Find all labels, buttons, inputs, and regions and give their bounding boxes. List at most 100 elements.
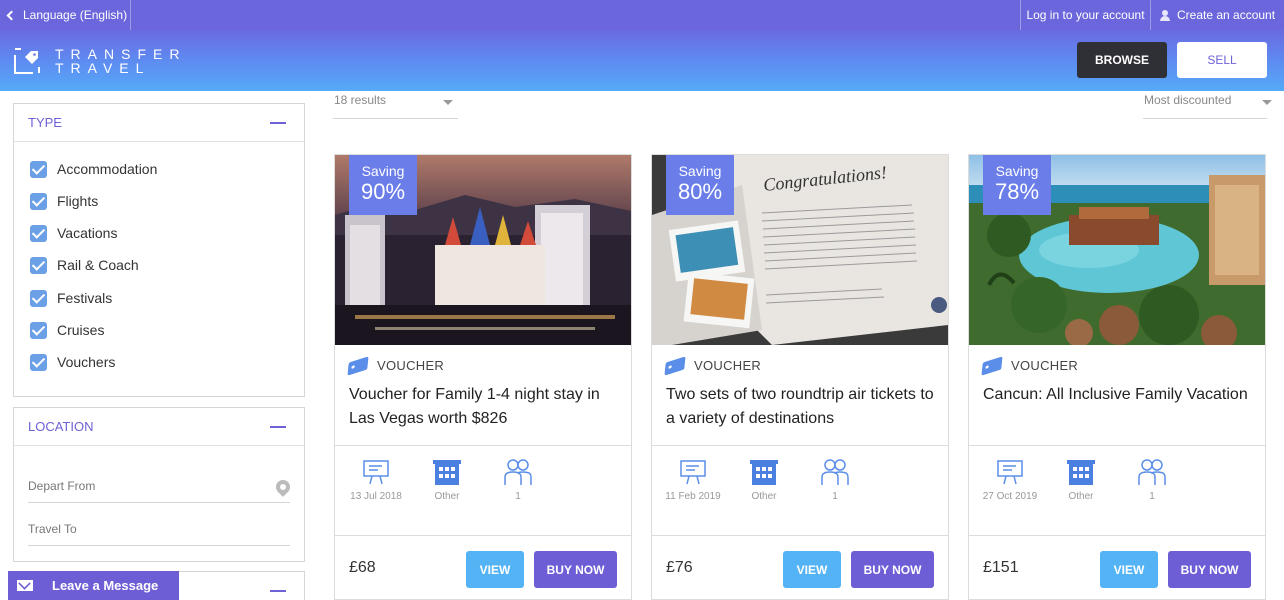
card-divider (335, 445, 631, 446)
type-label: Cruises (57, 322, 105, 338)
saving-badge: Saving 78% (983, 155, 1051, 215)
login-label: Log in to your account (1026, 8, 1145, 22)
sort-value: Most discounted (1144, 93, 1232, 107)
chevron-left-icon (6, 10, 17, 20)
depart-from-input[interactable]: Depart From (28, 469, 293, 503)
logo-line-1: TRANSFER (55, 46, 187, 62)
listing-title[interactable]: Cancun: All Inclusive Family Vacation (983, 383, 1253, 407)
listing-people-value: 1 (515, 491, 521, 502)
language-selector[interactable]: Language (English) (0, 0, 131, 30)
results-count-select[interactable]: 18 results (333, 92, 458, 119)
collapse-icon[interactable] (270, 122, 286, 124)
create-account-link[interactable]: Create an account (1152, 0, 1284, 30)
card-divider (969, 535, 1265, 536)
listing-card[interactable]: Saving 78% VOUCHER Cancun: All Inclusive… (968, 154, 1266, 600)
checkbox-checked-icon (30, 289, 47, 307)
type-label: Flights (57, 193, 99, 209)
listing-image[interactable]: Congratulations! Saving 80% (652, 155, 948, 345)
sort-select[interactable]: Most discounted (1143, 92, 1272, 119)
location-pin-icon[interactable] (273, 477, 293, 497)
card-divider (969, 445, 1265, 446)
browse-button[interactable]: BROWSE (1077, 42, 1167, 78)
saving-label: Saving (678, 163, 722, 179)
view-button[interactable]: VIEW (783, 551, 841, 588)
listing-date-value: 27 Oct 2019 (982, 491, 1038, 502)
listing-accommodation: Other (1046, 457, 1116, 502)
listing-date-value: 11 Feb 2019 (665, 491, 721, 502)
create-account-label: Create an account (1177, 8, 1276, 22)
checkbox-checked-icon (30, 353, 47, 371)
type-checkbox-festivals[interactable]: Festivals (30, 288, 112, 308)
main-header: TRANSFER TRAVEL BROWSE SELL (0, 30, 1284, 91)
building-icon (433, 460, 461, 485)
ticket-outline-icon (680, 460, 706, 485)
listing-price: £76 (666, 559, 693, 576)
buy-now-button[interactable]: BUY NOW (1168, 551, 1251, 588)
listing-type: VOUCHER (981, 355, 1079, 376)
listing-people-value: 1 (1149, 491, 1155, 502)
saving-percentage: 90% (360, 179, 406, 204)
type-checkbox-vouchers[interactable]: Vouchers (30, 352, 115, 372)
saving-percentage: 80% (677, 179, 723, 204)
sell-button[interactable]: SELL (1177, 42, 1267, 78)
listing-accommodation-value: Other (434, 491, 460, 502)
view-button[interactable]: VIEW (466, 551, 524, 588)
travel-to-input[interactable]: Travel To (28, 512, 290, 546)
listing-accommodation-value: Other (1068, 491, 1094, 502)
listing-people: 1 (800, 457, 870, 502)
listing-title[interactable]: Two sets of two roundtrip air tickets to… (666, 383, 936, 431)
type-checkbox-accommodation[interactable]: Accommodation (30, 159, 157, 179)
language-label: Language (English) (23, 8, 128, 22)
checkbox-checked-icon (30, 256, 47, 274)
location-filter-title: LOCATION (28, 419, 94, 434)
leave-message-label: Leave a Message (52, 578, 159, 593)
listing-title[interactable]: Voucher for Family 1-4 night stay in Las… (349, 383, 619, 431)
listing-type-label: VOUCHER (694, 358, 762, 373)
chevron-down-icon (1262, 100, 1272, 105)
ticket-outline-icon (363, 460, 389, 485)
listing-type-label: VOUCHER (377, 358, 445, 373)
listing-image[interactable]: Saving 78% (969, 155, 1265, 345)
saving-badge: Saving 80% (666, 155, 734, 215)
collapse-icon[interactable] (270, 426, 286, 428)
ticket-outline-icon (997, 460, 1023, 485)
type-checkbox-rail-coach[interactable]: Rail & Coach (30, 255, 139, 275)
login-link[interactable]: Log in to your account (1020, 0, 1151, 30)
saving-percentage: 78% (994, 179, 1040, 204)
type-checkbox-vacations[interactable]: Vacations (30, 223, 117, 243)
leave-message-widget[interactable]: Leave a Message (8, 571, 179, 600)
listing-card[interactable]: Congratulations! Saving 80% VOUCHER Two … (651, 154, 949, 600)
listing-accommodation: Other (412, 457, 482, 502)
travel-to-placeholder: Travel To (28, 521, 77, 536)
chevron-down-icon (443, 100, 453, 105)
location-filter-header[interactable]: LOCATION (14, 408, 304, 446)
logo[interactable]: TRANSFER TRAVEL (13, 45, 213, 77)
type-filter: TYPE Accommodation Flights Vacations Rai… (13, 103, 305, 397)
view-button[interactable]: VIEW (1100, 551, 1158, 588)
buy-now-button[interactable]: BUY NOW (534, 551, 617, 588)
type-label: Festivals (57, 290, 113, 306)
building-icon (750, 460, 778, 485)
listing-image[interactable]: Saving 90% (335, 155, 631, 345)
collapse-icon[interactable] (270, 590, 286, 592)
type-checkbox-flights[interactable]: Flights (30, 191, 98, 211)
building-icon (1067, 460, 1095, 485)
saving-label: Saving (361, 163, 405, 179)
card-divider (652, 445, 948, 446)
listing-people: 1 (483, 457, 553, 502)
top-bar: Language (English) Log in to your accoun… (0, 0, 1284, 30)
listing-accommodation: Other (729, 457, 799, 502)
buy-now-button[interactable]: BUY NOW (851, 551, 934, 588)
checkbox-checked-icon (30, 224, 47, 242)
type-filter-header[interactable]: TYPE (14, 104, 304, 142)
listing-card[interactable]: Saving 90% VOUCHER Voucher for Family 1-… (334, 154, 632, 600)
location-filter: LOCATION Depart From Travel To (13, 407, 305, 562)
logo-line-2: TRAVEL (55, 60, 151, 76)
people-icon (504, 459, 532, 485)
card-divider (652, 535, 948, 536)
ticket-icon (664, 355, 686, 376)
type-label: Accommodation (57, 161, 158, 177)
listing-type-label: VOUCHER (1011, 358, 1079, 373)
type-checkbox-cruises[interactable]: Cruises (30, 320, 104, 340)
type-label: Vouchers (57, 354, 116, 370)
